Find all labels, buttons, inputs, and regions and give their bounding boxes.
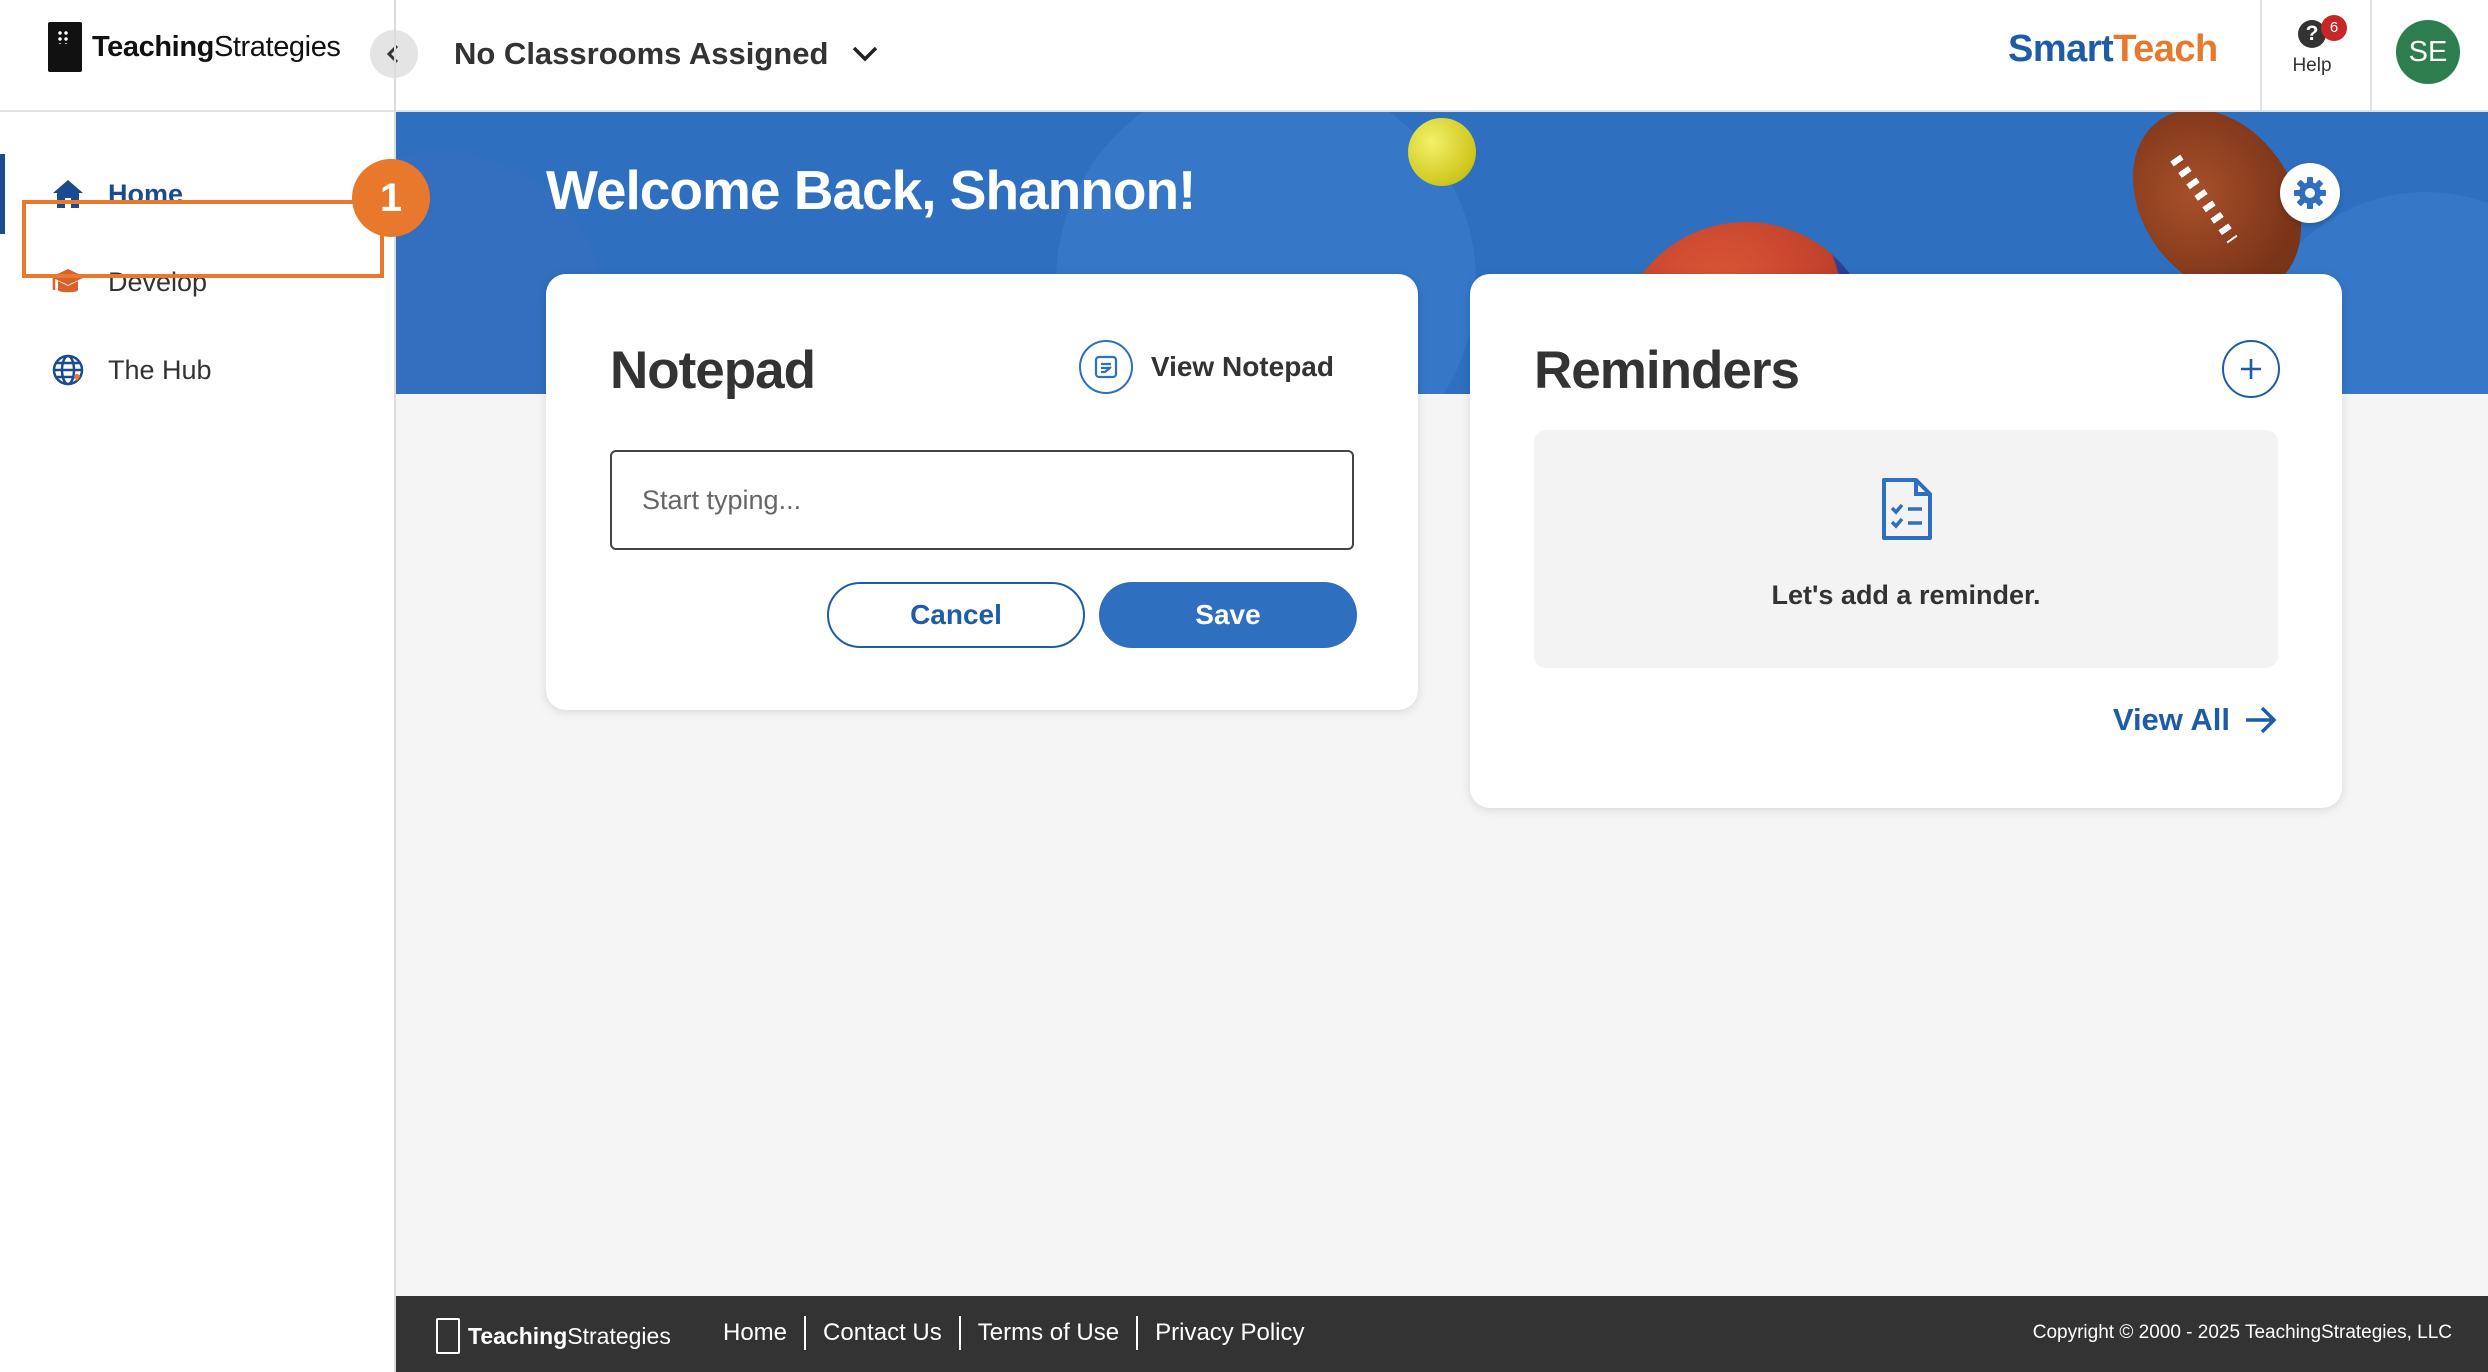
footer-logo: TeachingStrategies — [436, 1318, 671, 1354]
footer-logo-text: TeachingStrategies — [468, 1322, 671, 1349]
notepad-input[interactable] — [610, 450, 1354, 550]
footer-links: Home Contact Us Terms of Use Privacy Pol… — [706, 1316, 1322, 1350]
header-divider — [2260, 0, 2262, 110]
teachingstrategies-logo[interactable]: TeachingStrategies — [48, 22, 341, 72]
reminders-empty-text: Let's add a reminder. — [1771, 580, 2041, 610]
globe-icon — [50, 352, 86, 388]
reminders-empty-state: Let's add a reminder. — [1534, 430, 2278, 668]
footer-link-terms-of-use[interactable]: Terms of Use — [958, 1316, 1136, 1350]
banner-settings-button[interactable] — [2280, 163, 2340, 223]
logo-door-icon — [48, 22, 82, 72]
footer-link-contact-us[interactable]: Contact Us — [804, 1316, 959, 1350]
view-notepad-link[interactable]: View Notepad — [1078, 340, 1334, 394]
footer-link-privacy-policy[interactable]: Privacy Policy — [1136, 1316, 1321, 1350]
reminders-title: Reminders — [1534, 341, 1800, 400]
step-number-badge: 1 — [352, 159, 430, 237]
checklist-document-icon — [1882, 478, 1932, 540]
welcome-heading: Welcome Back, Shannon! — [546, 159, 1196, 221]
notepad-title: Notepad — [610, 341, 816, 400]
classroom-selector[interactable]: No Classrooms Assigned — [454, 28, 878, 80]
arrow-right-icon — [2246, 706, 2277, 734]
help-button[interactable]: ? 6 Help — [2278, 15, 2347, 77]
gear-icon — [2294, 177, 2326, 209]
smartteach-logo: SmartTeach — [2008, 28, 2218, 70]
sidebar-item-the-hub[interactable]: The Hub — [0, 330, 394, 410]
chevron-down-icon — [853, 46, 878, 62]
reminders-card: Reminders Let's add a reminder. View All — [1470, 274, 2342, 808]
footer: TeachingStrategies Home Contact Us Terms… — [396, 1296, 2488, 1372]
cancel-button[interactable]: Cancel — [827, 582, 1085, 648]
help-notification-badge: 6 — [2321, 15, 2347, 41]
notepad-card: Notepad View Notepad Cancel Save — [546, 274, 1418, 710]
view-notepad-label: View Notepad — [1150, 351, 1334, 382]
notepad-icon — [1078, 340, 1133, 394]
top-header: TeachingStrategies No Classrooms Assigne… — [0, 0, 2488, 112]
view-all-reminders-link[interactable]: View All — [2113, 702, 2278, 738]
view-all-label: View All — [2112, 702, 2230, 737]
sidebar-item-label: The Hub — [108, 354, 212, 385]
develop-highlight-box — [22, 200, 384, 278]
tennis-ball-illustration — [1408, 118, 1476, 186]
sidebar: Home Develop The Hub — [0, 112, 394, 1372]
plus-icon — [2241, 359, 2261, 379]
save-button[interactable]: Save — [1099, 582, 1357, 648]
add-reminder-button[interactable] — [2222, 340, 2280, 398]
header-divider — [2370, 0, 2372, 110]
logo-door-icon — [436, 1318, 460, 1354]
logo-text: TeachingStrategies — [92, 30, 341, 63]
help-label: Help — [2292, 55, 2332, 76]
footer-link-home[interactable]: Home — [706, 1316, 804, 1350]
classroom-selector-label: No Classrooms Assigned — [454, 36, 829, 71]
user-avatar[interactable]: SE — [2396, 20, 2460, 84]
copyright-text: Copyright © 2000 - 2025 TeachingStrategi… — [2032, 1322, 2452, 1343]
